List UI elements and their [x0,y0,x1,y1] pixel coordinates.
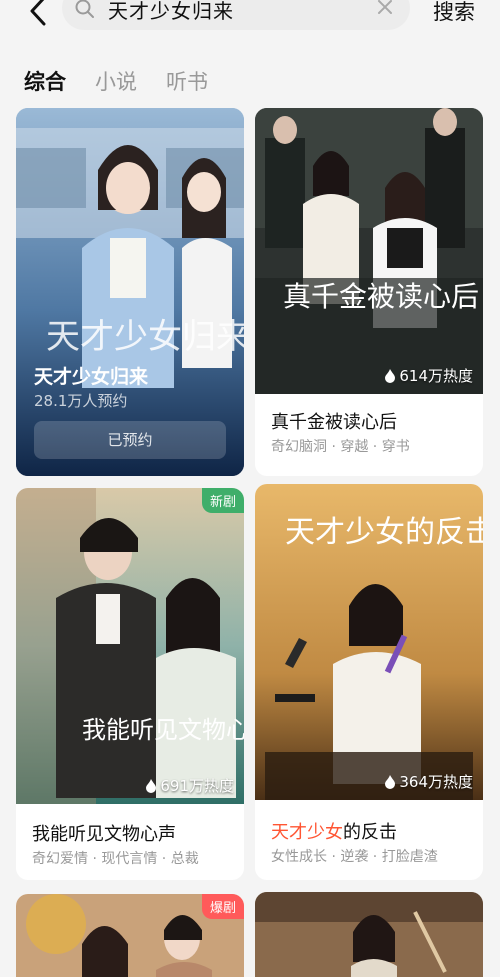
drama-poster: 天才少女的反击 364万热度 [255,484,483,800]
search-results-page: 天才少女归来 搜索 综合 小说 听书 天才少女归来 天才少女归来 28.1万人预… [0,0,500,977]
drama-poster: 我能听见文物心声 新剧 691万热度 [16,488,244,804]
heat-count: 691万热度 [145,775,234,796]
featured-reservation-count: 28.1万人预约 [34,392,128,410]
drama-poster: 真千金被读心后 614万热度 [255,108,483,394]
new-badge: 新剧 [201,488,244,513]
poster-title-art: 我能听见文物心声 [82,716,244,744]
search-input[interactable]: 天才少女归来 [108,0,234,24]
drama-tags: 女性成长 · 逆袭 · 打脸虐渣 [271,849,438,865]
chevron-left-icon [30,0,46,26]
tab-all[interactable]: 综合 [24,68,66,98]
drama-card[interactable] [255,892,483,977]
drama-title: 天才少女的反击 [271,818,397,844]
heat-count: 614万热度 [384,365,473,386]
flame-icon [385,368,396,383]
search-icon [75,0,94,18]
drama-card[interactable]: 天才少女的反击 364万热度 天才少女的反击 女性成长 · 逆袭 · 打脸虐渣 [255,484,483,880]
drama-card[interactable]: 我能听见文物心声 新剧 691万热度 我能听见文物心声 奇幻爱情 · 现代言情 … [16,488,244,880]
flame-icon [146,778,157,793]
category-tabs: 综合 小说 听书 [24,68,237,98]
drama-title: 我能听见文物心声 [32,824,176,845]
clear-icon[interactable] [374,0,396,18]
tab-audiobook[interactable]: 听书 [166,68,208,98]
poster-title-art: 天才少女的反击 [285,515,483,550]
flame-icon [385,774,396,789]
drama-tags: 奇幻脑洞 · 穿越 · 穿书 [271,439,410,455]
search-button[interactable]: 搜索 [433,0,475,26]
search-input-box[interactable]: 天才少女归来 [62,0,410,30]
heat-count: 364万热度 [384,771,473,792]
hot-badge: 爆剧 [201,894,244,919]
title-rest: 的反击 [343,822,397,843]
poster-title-art: 真千金被读心后 [283,280,479,313]
search-header: 天才少女归来 搜索 [0,0,500,32]
drama-tags: 奇幻爱情 · 现代言情 · 总裁 [32,851,199,867]
featured-drama-card[interactable]: 天才少女归来 天才少女归来 28.1万人预约 已预约 [16,108,244,476]
reserved-button[interactable]: 已预约 [34,421,226,459]
featured-title: 天才少女归来 [34,366,149,388]
tab-novel[interactable]: 小说 [95,68,137,98]
back-button[interactable] [24,0,52,28]
drama-title: 真千金被读心后 [271,412,397,433]
drama-card[interactable]: 爆剧 [16,894,244,977]
drama-card[interactable]: 真千金被读心后 614万热度 真千金被读心后 奇幻脑洞 · 穿越 · 穿书 [255,108,483,476]
title-highlight: 天才少女 [271,822,343,843]
poster-title-art: 天才少女归来 [46,317,244,357]
drama-poster: 爆剧 [16,894,244,977]
drama-poster [255,892,483,977]
